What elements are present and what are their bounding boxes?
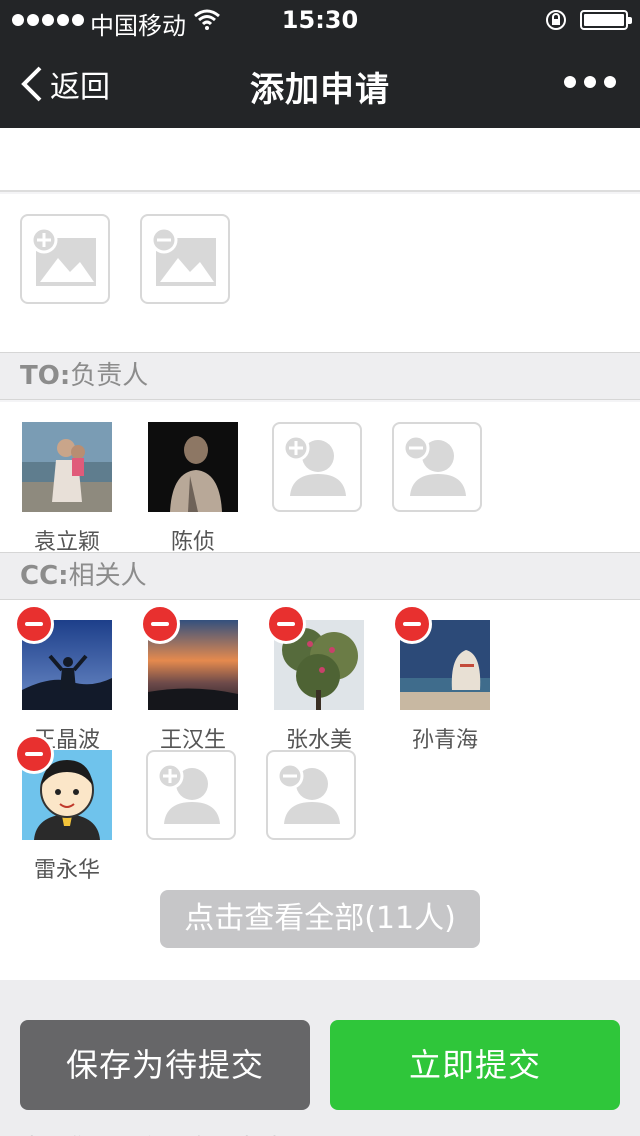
- footer-hint-text: 电子您还没有...今日申请...: [20, 1128, 306, 1136]
- image-attachment-row: [0, 194, 640, 352]
- add-image-button[interactable]: [20, 214, 110, 304]
- remove-user-icon: [402, 434, 466, 496]
- cc-section-header: CC:相关人: [0, 552, 640, 600]
- cc-tag: CC:: [20, 561, 69, 591]
- to-section-header: TO:负责人: [0, 352, 640, 400]
- add-user-icon: [282, 434, 346, 496]
- page-title: 添加申请: [250, 70, 390, 110]
- remove-cc-person-button[interactable]: [266, 750, 356, 840]
- remove-user-icon: [276, 762, 340, 824]
- add-user-icon: [156, 762, 220, 824]
- cc-section-label: 相关人: [68, 561, 147, 591]
- person-name: 雷永华: [33, 858, 100, 883]
- avatar: [22, 422, 112, 512]
- action-bar: 保存为待提交 立即提交 电子您还没有...今日申请...: [0, 980, 640, 1136]
- add-image-icon: [30, 226, 96, 286]
- avatar: [148, 422, 238, 512]
- more-dot-icon: [564, 76, 576, 88]
- add-to-person-button[interactable]: [272, 422, 362, 512]
- save-draft-button[interactable]: 保存为待提交: [20, 1020, 310, 1110]
- more-dot-icon: [584, 76, 596, 88]
- battery-icon: [580, 10, 632, 30]
- add-cc-person-button[interactable]: [146, 750, 236, 840]
- application-text-input[interactable]: [0, 128, 640, 192]
- remove-person-button[interactable]: [140, 604, 180, 644]
- more-dot-icon: [604, 76, 616, 88]
- to-people-panel: 袁立颖 陈侦: [0, 402, 640, 555]
- to-tag: TO:: [20, 361, 71, 391]
- remove-person-button[interactable]: [392, 604, 432, 644]
- remove-person-button[interactable]: [266, 604, 306, 644]
- submit-button[interactable]: 立即提交: [330, 1020, 620, 1110]
- view-all-cc-button[interactable]: 点击查看全部(11人): [160, 890, 480, 948]
- top-bar: 中国移动 15:30 返回 添加申请: [0, 0, 640, 128]
- remove-person-button[interactable]: [14, 604, 54, 644]
- remove-to-person-button[interactable]: [392, 422, 482, 512]
- remove-image-button[interactable]: [140, 214, 230, 304]
- to-section-label: 负责人: [70, 361, 149, 391]
- remove-image-icon: [150, 226, 216, 286]
- rotation-lock-icon: [546, 10, 566, 30]
- status-bar: 中国移动 15:30: [0, 0, 640, 40]
- person-name: 孙青海: [411, 728, 478, 753]
- remove-person-button[interactable]: [14, 734, 54, 774]
- more-menu-button[interactable]: [564, 76, 616, 88]
